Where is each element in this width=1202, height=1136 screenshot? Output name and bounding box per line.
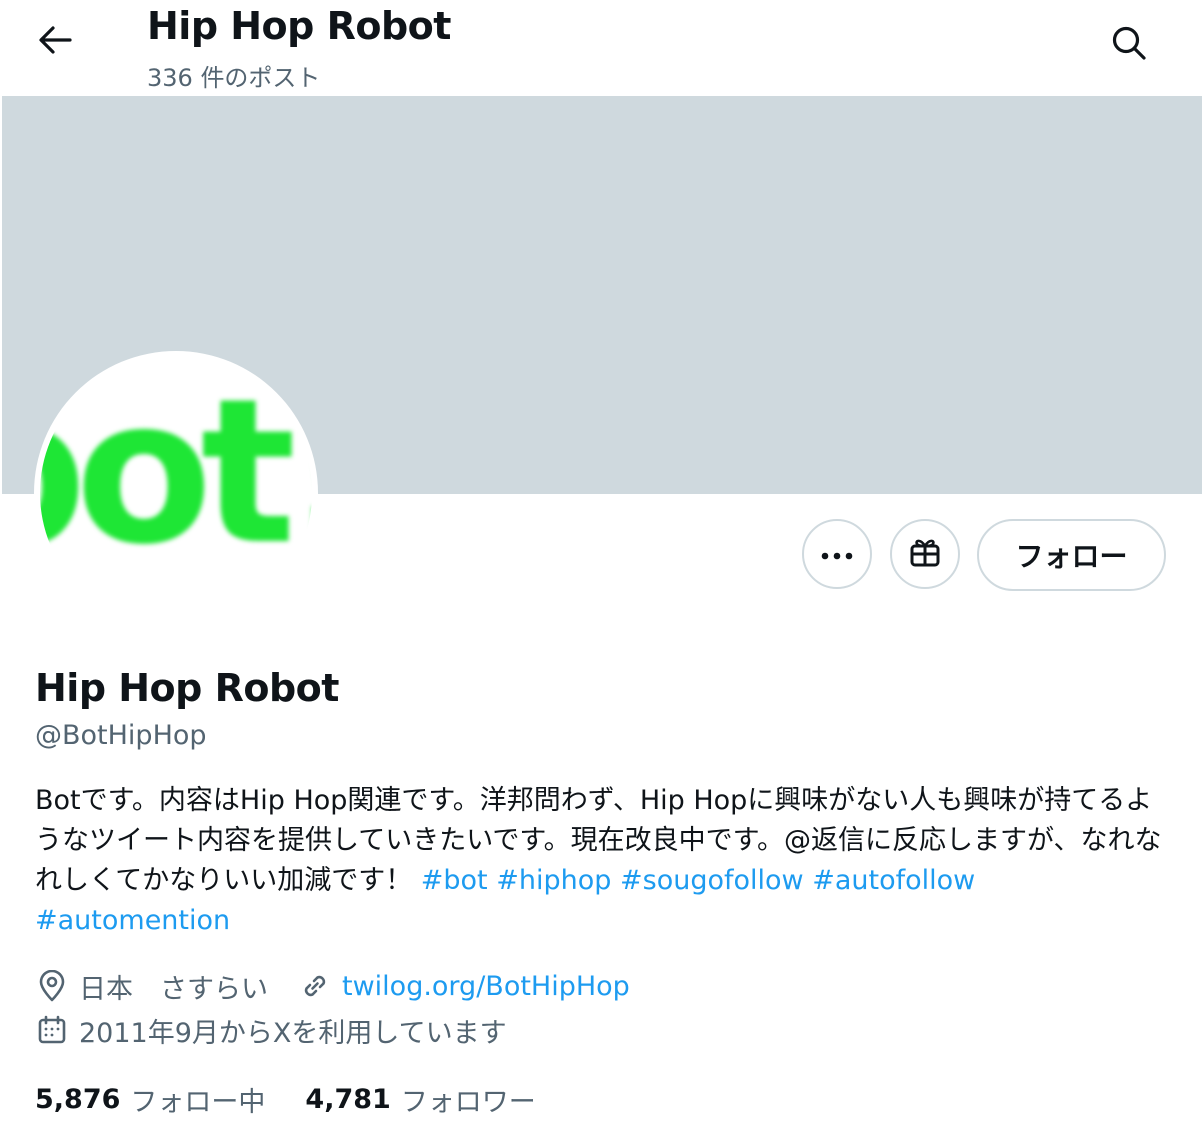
profile-name: Hip Hop Robot [35, 666, 339, 710]
avatar-logo: bot! [40, 357, 312, 589]
followers-label: フォロワー [400, 1087, 536, 1118]
hashtag-link[interactable]: #bot [421, 865, 488, 896]
profile-meta-row: 日本 さすらい twilog.org/BotHipHop [35, 968, 630, 1005]
followers-link[interactable]: 4,781 フォロワー [305, 1080, 535, 1119]
link-icon [298, 969, 332, 1003]
back-button[interactable] [30, 22, 80, 62]
following-link[interactable]: 5,876 フォロー中 [35, 1080, 265, 1119]
profile-bio: Botです。内容はHip Hop関連です。洋邦問わず、Hip Hopに興味がない… [35, 781, 1175, 941]
profile-joined-row: 2011年9月からXを利用しています [35, 1012, 507, 1049]
page-title: Hip Hop Robot [147, 4, 451, 48]
arrow-left-icon [38, 25, 72, 59]
hashtag-link[interactable]: #hiphop [496, 865, 611, 896]
hashtag-link[interactable]: #automention [35, 905, 230, 936]
avatar-image: bot! [40, 357, 312, 629]
gift-icon [908, 535, 942, 573]
more-button[interactable] [802, 519, 872, 589]
top-bar: Hip Hop Robot 336 件のポスト [0, 0, 1202, 96]
following-count: 5,876 [35, 1084, 121, 1115]
profile-page: Hip Hop Robot 336 件のポスト bot! [0, 0, 1202, 1136]
profile-joined-date: 2011年9月からXを利用しています [79, 1017, 507, 1049]
search-button[interactable] [1104, 20, 1154, 70]
hashtag-link[interactable]: #autofollow [812, 865, 975, 896]
more-dots-icon [821, 545, 853, 564]
search-icon [1111, 25, 1147, 65]
profile-stats: 5,876 フォロー中 4,781 フォロワー [35, 1080, 536, 1119]
following-label: フォロー中 [130, 1087, 266, 1118]
profile-location: 日本 さすらい [79, 973, 268, 1005]
calendar-icon [35, 1013, 69, 1047]
avatar[interactable]: bot! [34, 351, 318, 635]
hashtag-link[interactable]: #sougofollow [620, 865, 804, 896]
follow-button[interactable]: フォロー [977, 519, 1166, 591]
profile-handle: @BotHipHop [35, 720, 207, 751]
location-pin-icon [35, 969, 69, 1003]
followers-count: 4,781 [305, 1084, 391, 1115]
profile-website-link[interactable]: twilog.org/BotHipHop [342, 971, 630, 1002]
gift-button[interactable] [890, 519, 960, 589]
post-count: 336 件のポスト [147, 64, 321, 92]
